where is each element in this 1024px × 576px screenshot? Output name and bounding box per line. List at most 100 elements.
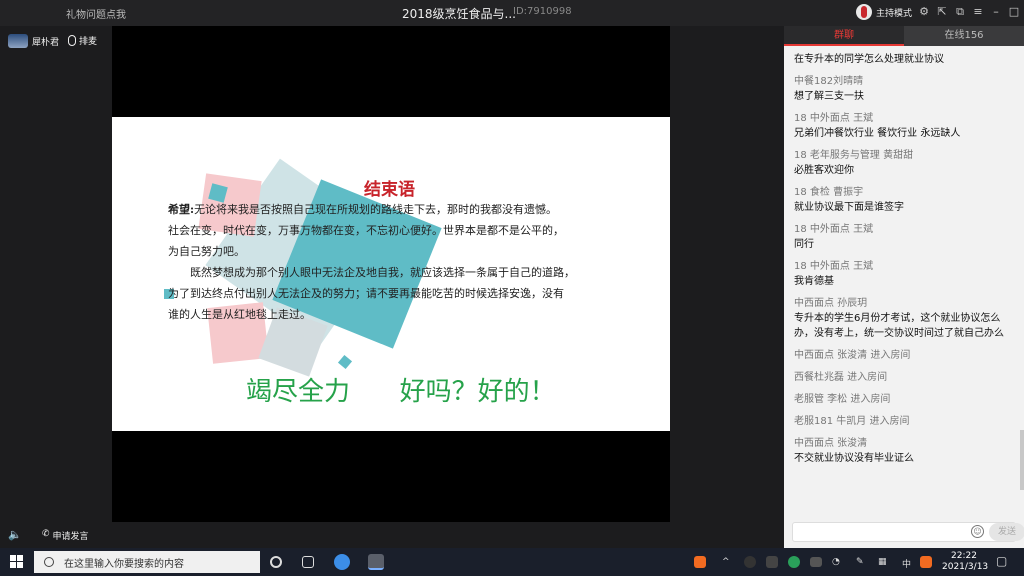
decor-shape [337,354,353,370]
left-panel: 犀朴君 排麦 [0,26,112,522]
chat-message: 中西面点 张浚清 进入房间 [794,349,1016,363]
slide-line: 既然梦想成为那个别人眼中无法企及地自我，就应该选择一条属于自己的道路， [190,266,575,279]
ime-indicator[interactable]: 中 [902,557,911,570]
slide-line: 为自己努力吧。 [168,245,245,258]
task-view-icon[interactable] [302,556,314,568]
chat-message: 中西面点 孙辰玥专升本的学生6月份才考试，这个就业协议怎么办，没有考上，统一交协… [794,297,1016,341]
presentation-slide: 结束语 希望:无论将来我是否按照自己现在所规划的路线走下去，那时的我都没有遗憾。… [112,117,670,431]
chat-message: 老服181 牛凯月 进入房间 [794,415,1016,429]
battery-icon[interactable] [810,557,822,567]
chat-message: 18 食检 曹振宇就业协议最下面是谁签字 [794,186,1016,215]
hope-label: 希望: [168,203,195,216]
slide-line: 为了到达终点付出别人无法企及的努力；请不要再最能吃苦的时候选择安逸，没有 [168,287,564,300]
search-placeholder: 在这里输入你要搜索的内容 [64,558,184,570]
settings-icon[interactable]: ⚙ [918,4,930,20]
slide-title: 结束语 [364,180,415,200]
notification-icon[interactable]: ▢ [996,554,1007,568]
tray-app-icon[interactable] [766,556,778,568]
presenter-avatar [8,34,28,48]
video-area[interactable]: 结束语 希望:无论将来我是否按照自己现在所规划的路线走下去，那时的我都没有遗憾。… [112,26,670,522]
taskbar: 在这里输入你要搜索的内容 ^ ◔ ✎ ▦ 中 22:22 2021/3/13 ▢ [0,548,1024,576]
message-sender: 18 老年服务与管理 黄甜甜 [794,150,914,161]
windows-start-icon[interactable] [10,555,23,568]
apply-speak-label: 申请发言 [52,532,89,542]
message-system: 老服管 李松 进入房间 [794,394,891,405]
chat-message: 中西面点 张浚清不交就业协议没有毕业证么 [794,437,1016,466]
send-button[interactable]: 发送 [989,523,1024,541]
tray-app-icon[interactable] [788,556,800,568]
tray-app-icon[interactable] [920,556,932,568]
message-text: 我肯德基 [794,276,834,287]
mic-queue-button[interactable]: 排麦 [68,34,97,47]
clock-time: 22:22 [951,551,977,561]
window-controls: ⚙ ⇱ ⧉ ≡ – □ ✕ [918,4,1024,20]
chat-message: 中餐182刘晴晴 想了解三支一扶 [794,75,1016,104]
chat-scrollbar[interactable] [1020,430,1024,490]
chat-input[interactable]: ☺ 发送 [792,522,1024,542]
tray-app-icon[interactable] [744,556,756,568]
chat-message: 18 中外面点 王斌 我肯德基 [794,260,1016,289]
keyboard-icon[interactable]: ▦ [878,557,887,567]
search-icon [44,557,54,567]
maximize-icon[interactable]: □ [1008,4,1020,20]
wifi-icon[interactable]: ◔ [832,557,840,567]
mic-queue-label: 排麦 [79,37,98,47]
host-avatar [856,4,872,20]
message-system: 老服181 牛凯月 进入房间 [794,416,910,427]
slide-line: 社会在变，时代在变，万事万物都在变，不忘初心便好。世界本是都不是公平的， [168,224,564,237]
message-system: 中西面点 张浚清 进入房间 [794,350,911,361]
slide-footer: 竭尽全力 好吗？好的！ [246,377,556,407]
chat-message: 18 中外面点 王斌 同行 [794,223,1016,252]
popout-icon[interactable]: ⇱ [936,4,948,20]
message-list[interactable]: 在专升本的同学怎么处理就业协议中餐182刘晴晴 想了解三支一扶 18 中外面点 王斌… [794,52,1016,474]
presenter-item[interactable]: 犀朴君 [8,34,59,48]
message-text: 就业协议最下面是谁签字 [794,202,904,213]
menu-icon[interactable]: ≡ [972,4,984,20]
slide-body: 希望:无论将来我是否按照自己现在所规划的路线走下去，那时的我都没有遗憾。 社会在… [168,199,638,325]
slide-line: 无论将来我是否按照自己现在所规划的路线走下去，那时的我都没有遗憾。 [194,203,558,216]
gift-help-link[interactable]: 礼物问题点我 [66,6,126,21]
chat-message: 在专升本的同学怎么处理就业协议 [794,52,1016,67]
cortana-icon[interactable] [270,556,282,568]
message-system: 西餐杜兆磊 进入房间 [794,372,888,383]
taskbar-clock[interactable]: 22:22 2021/3/13 [942,551,988,573]
emoji-icon[interactable]: ☺ [971,525,984,538]
presenter-name: 犀朴君 [32,37,60,48]
taskbar-search[interactable]: 在这里输入你要搜索的内容 [34,551,260,573]
minimize-icon[interactable]: – [990,4,1002,20]
message-sender: 中西面点 孙辰玥 [794,298,868,309]
restore-icon[interactable]: ⧉ [954,4,966,20]
chevron-up-icon[interactable]: ^ [722,557,730,567]
message-sender: 18 中外面点 王斌 [794,261,874,272]
host-mode-label: 主持模式 [876,8,913,19]
message-text: 必胜客欢迎你 [794,165,854,176]
chat-message: 老服管 李松 进入房间 [794,393,1016,407]
host-mode-button[interactable]: 主持模式 [856,4,912,20]
volume-icon[interactable]: 🔈 [8,528,22,541]
chat-message: 西餐杜兆磊 进入房间 [794,371,1016,385]
apply-speak-button[interactable]: ✆ 申请发言 [42,529,89,542]
pen-icon[interactable]: ✎ [856,557,864,567]
message-text: 在专升本的同学怎么处理就业协议 [794,54,944,65]
bottom-controls: 🔈 ✆ 申请发言 [0,522,784,548]
message-sender: 18 中外面点 王斌 [794,224,874,235]
message-sender: 中餐182刘晴晴 [794,76,864,87]
message-text: 不交就业协议没有毕业证么 [794,453,914,464]
app-icon[interactable] [368,554,384,570]
message-text: 专升本的学生6月份才考试，这个就业协议怎么办，没有考上，统一交协议时间过了就自己… [794,313,1004,339]
message-sender: 中西面点 张浚清 [794,438,868,449]
message-sender: 18 食检 曹振宇 [794,187,864,198]
chat-tabs: 群聊 在线156 [784,26,1024,46]
chat-message: 18 中外面点 王斌兄弟们冲餐饮行业 餐饮行业 永远缺人 [794,112,1016,141]
app-icon[interactable] [334,554,350,570]
chat-panel: 群聊 在线156 在专升本的同学怎么处理就业协议中餐182刘晴晴 想了解三支一扶 1… [784,26,1024,548]
message-text: 兄弟们冲餐饮行业 餐饮行业 永远缺人 [794,128,961,139]
tray-app-icon[interactable] [694,556,706,568]
phone-icon: ✆ [42,529,50,539]
room-id: ID:7910998 [513,6,572,17]
tab-group-chat[interactable]: 群聊 [784,26,904,46]
slide-line: 谁的人生是从红地毯上走过。 [168,308,311,321]
window-title: 2018级烹饪食品与... [402,7,516,21]
message-sender: 18 中外面点 王斌 [794,113,874,124]
tab-online[interactable]: 在线156 [904,26,1024,46]
